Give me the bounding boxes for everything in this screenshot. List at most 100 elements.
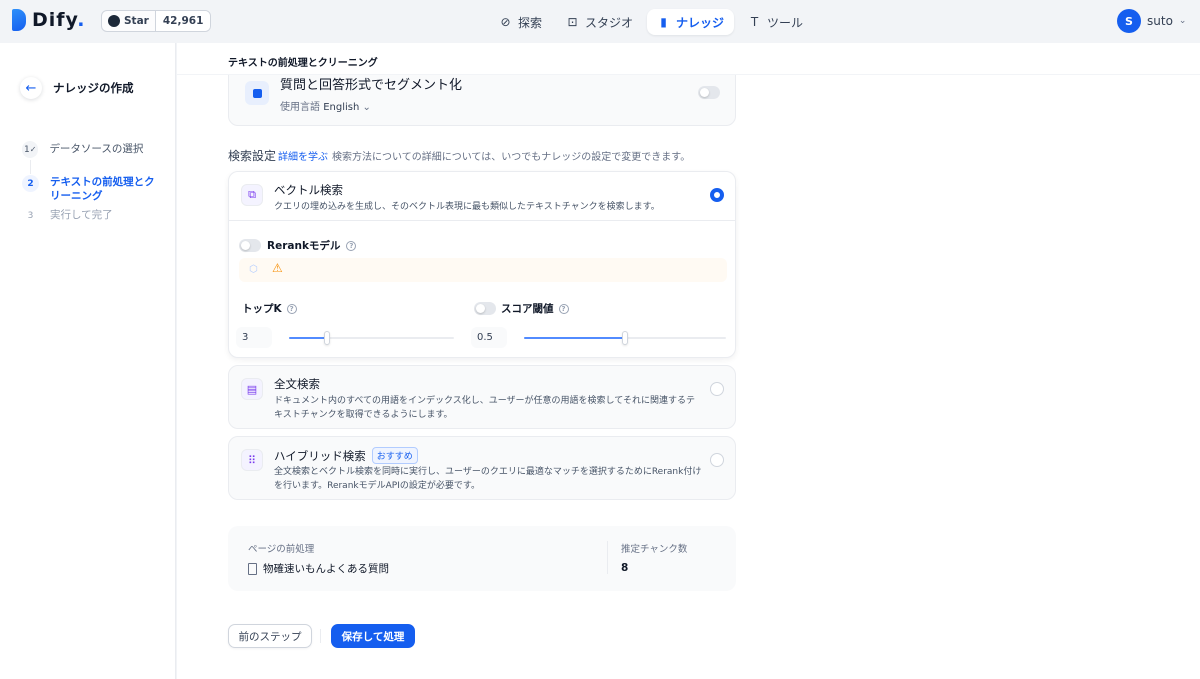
user-menu[interactable]: S suto ⌄ — [1117, 9, 1186, 33]
fulltext-search-desc: ドキュメント内のすべての用語をインデックス化し、ユーザーが任意の用語を検索してそ… — [274, 396, 696, 420]
rerank-label: Rerankモデル — [267, 240, 341, 252]
vector-search-icon: ⧉ — [241, 184, 263, 206]
compass-icon: ⊘ — [500, 15, 511, 29]
logo-text: Dify — [32, 9, 78, 31]
topk-label: トップK — [242, 303, 282, 315]
search-settings-desc: 検索方法についての詳細については、いつでもナレッジの設定で変更できます。 — [332, 152, 691, 163]
page-title: テキストの前処理とクリーニング — [228, 58, 378, 69]
book-icon: ▮ — [660, 15, 667, 29]
check-icon: ✓ — [29, 145, 37, 154]
rerank-model-select[interactable]: ⬡ ⚠ — [239, 258, 727, 282]
step-label: データソースの選択 — [49, 143, 144, 155]
search-settings-title: 検索設定 詳細を学ぶ 検索方法についての詳細については、いつでもナレッジの設定で変更… — [228, 147, 690, 164]
hybrid-search-radio[interactable] — [710, 453, 724, 467]
score-label-row: スコア閾値 ? — [474, 301, 569, 316]
hybrid-search-title: ハイブリッド検索 — [274, 449, 366, 463]
fulltext-search-header[interactable]: ▤ 全文検索 ドキュメント内のすべての用語をインデックス化し、ユーザーが任意の用… — [229, 366, 735, 428]
chunk-count-value: 8 — [621, 562, 629, 574]
back-button[interactable]: ← — [20, 77, 42, 99]
sidebar-title: ナレッジの作成 — [53, 81, 134, 95]
warning-icon: ⚠ — [272, 261, 283, 275]
step-preprocess: 2 テキストの前処理とクリーニング — [22, 175, 162, 203]
hybrid-search-header[interactable]: ⠿ ハイブリッド検索 おすすめ 全文検索とベクトル検索を同時に実行し、ユーザーのク… — [229, 437, 735, 499]
github-star-button[interactable]: Star — [102, 11, 155, 31]
logo[interactable]: Dify. — [12, 9, 85, 31]
rerank-toggle[interactable] — [239, 239, 261, 252]
topk-label-row: トップK ? — [242, 301, 297, 316]
save-and-process-button[interactable]: 保存して処理 — [331, 624, 415, 648]
summary-divider — [607, 541, 608, 574]
help-icon[interactable]: ? — [346, 240, 357, 251]
qa-title: 質問と回答形式でセグメント化 — [280, 78, 463, 93]
previous-step-button[interactable]: 前のステップ — [228, 624, 312, 648]
learn-more-link[interactable]: 詳細を学ぶ — [278, 152, 328, 163]
score-slider[interactable] — [524, 331, 726, 345]
score-threshold-toggle[interactable] — [474, 302, 496, 315]
user-name: suto — [1147, 14, 1173, 28]
vector-search-option[interactable]: ⧉ ベクトル検索 クエリの埋め込みを生成し、そのベクトル表現に最も類似したテキス… — [228, 171, 736, 358]
step-number: 3 — [22, 207, 39, 224]
step-number: 2 — [22, 175, 39, 192]
vector-search-desc: クエリの埋め込みを生成し、そのベクトル表現に最も類似したテキストチャンクを検索し… — [274, 202, 660, 212]
qa-toggle[interactable] — [698, 86, 720, 99]
step-label: 実行して完了 — [50, 209, 113, 221]
score-slider-thumb[interactable] — [622, 331, 628, 345]
rerank-row: Rerankモデル ? — [239, 238, 357, 253]
qa-language[interactable]: 使用言語 English ⌄ — [280, 98, 371, 113]
fulltext-search-option[interactable]: ▤ 全文検索 ドキュメント内のすべての用語をインデックス化し、ユーザーが任意の用… — [228, 365, 736, 429]
topk-slider-thumb[interactable] — [324, 331, 330, 345]
top-bar: Dify. Star 42,961 ⊘ 探索 ⊡ スタジオ ▮ ナレッジ T ツ… — [0, 0, 1200, 43]
github-star-count[interactable]: 42,961 — [154, 11, 211, 31]
summary-file-name: 物確速いもんよくある質問 — [263, 563, 389, 575]
help-icon[interactable]: ? — [286, 303, 297, 314]
arrow-left-icon: ← — [25, 80, 37, 96]
qa-language-label: 使用言語 — [280, 102, 320, 113]
topk-slider-fill — [289, 337, 327, 339]
button-divider — [320, 629, 321, 643]
step-execute: 3 実行して完了 — [22, 207, 113, 224]
robot-icon: ⊡ — [567, 15, 578, 29]
page-header: テキストの前処理とクリーニング — [177, 43, 1200, 75]
tool-icon: T — [750, 15, 759, 29]
fulltext-search-radio[interactable] — [710, 382, 724, 396]
chevron-down-icon: ⌄ — [362, 102, 371, 113]
logo-dot: . — [77, 9, 86, 31]
topk-input[interactable]: 3 — [236, 327, 272, 348]
qa-language-value: English — [323, 102, 360, 113]
nav-tools-label: ツール — [767, 15, 804, 30]
github-icon — [108, 15, 120, 27]
nav-knowledge-label: ナレッジ — [676, 15, 725, 30]
logo-mark-icon — [12, 9, 26, 31]
hybrid-search-option[interactable]: ⠿ ハイブリッド検索 おすすめ 全文検索とベクトル検索を同時に実行し、ユーザーのク… — [228, 436, 736, 500]
cube-icon: ⬡ — [249, 264, 258, 275]
nav-tools[interactable]: T ツール — [738, 9, 813, 35]
nav-studio[interactable]: ⊡ スタジオ — [556, 9, 643, 35]
recommended-badge: おすすめ — [371, 447, 418, 464]
step-connector — [30, 160, 31, 174]
vector-search-radio[interactable] — [710, 188, 724, 202]
vector-search-header[interactable]: ⧉ ベクトル検索 クエリの埋め込みを生成し、そのベクトル表現に最も類似したテキス… — [229, 172, 735, 221]
hybrid-search-title-row: ハイブリッド検索 おすすめ — [274, 447, 418, 464]
score-input[interactable]: 0.5 — [471, 327, 507, 348]
chunk-count-label: 推定チャンク数 — [621, 544, 688, 555]
topk-slider[interactable] — [289, 331, 454, 345]
chevron-down-icon: ⌄ — [1178, 16, 1187, 26]
search-settings-heading: 検索設定 — [228, 149, 277, 163]
fulltext-search-title: 全文検索 — [274, 377, 320, 391]
main-content: テキストの前処理とクリーニング 質問と回答形式でセグメント化 使用言語 Engl… — [177, 43, 1200, 679]
nav-explore-label: 探索 — [518, 15, 543, 30]
summary-label: ページの前処理 — [248, 544, 315, 555]
nav-explore[interactable]: ⊘ 探索 — [489, 9, 552, 35]
help-icon[interactable]: ? — [558, 303, 569, 314]
main-nav: ⊘ 探索 ⊡ スタジオ ▮ ナレッジ T ツール — [489, 9, 813, 35]
nav-knowledge[interactable]: ▮ ナレッジ — [647, 9, 735, 35]
step-number: 1 ✓ — [22, 141, 39, 158]
grid-icon: ⠿ — [241, 449, 263, 471]
score-slider-fill — [524, 337, 625, 339]
vector-search-title: ベクトル検索 — [274, 183, 343, 197]
github-star-widget[interactable]: Star 42,961 — [101, 10, 212, 32]
file-icon — [248, 562, 257, 575]
step-label: テキストの前処理とクリーニング — [50, 176, 155, 202]
summary-file: 物確速いもんよくある質問 — [248, 561, 389, 576]
nav-studio-label: スタジオ — [585, 15, 634, 30]
